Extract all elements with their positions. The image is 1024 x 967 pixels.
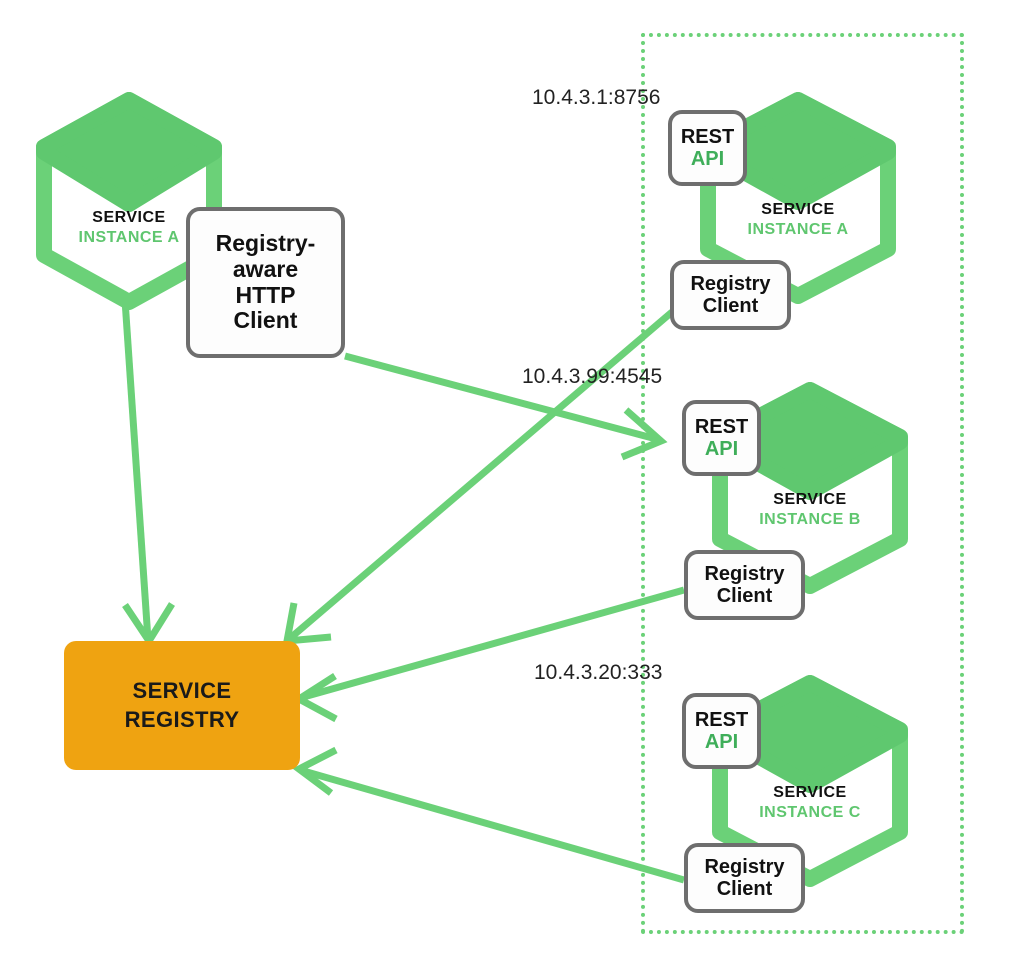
- rest-api-box-instance-c[interactable]: REST API: [682, 693, 761, 769]
- registry-client-box-instance-c[interactable]: Registry Client: [684, 843, 805, 913]
- arrow-registry-client-c-to-registry: [292, 746, 685, 884]
- rest-api-line-1: REST: [694, 415, 749, 438]
- arrow-registry-client-a-to-registry: [282, 309, 675, 645]
- registry-line-1: SERVICE: [132, 677, 232, 703]
- client-line-4: Client: [233, 307, 298, 334]
- rest-api-box-instance-b[interactable]: REST API: [682, 400, 761, 476]
- arrow-registry-client-b-to-registry: [292, 586, 685, 723]
- registry-client-line-1: Registry: [704, 855, 785, 878]
- registry-client-box-instance-b[interactable]: Registry Client: [684, 550, 805, 620]
- registry-client-line-2: Client: [716, 878, 773, 900]
- registry-client-line-1: Registry: [690, 272, 771, 295]
- registry-client-box-instance-a[interactable]: Registry Client: [670, 260, 791, 330]
- client-line-1: Registry-: [215, 230, 316, 256]
- registry-client-line-1: Registry: [704, 562, 785, 585]
- service-registry-box[interactable]: SERVICE REGISTRY: [64, 641, 300, 770]
- rest-api-line-1: REST: [680, 125, 735, 148]
- registry-client-line-2: Client: [716, 585, 773, 607]
- client-line-3: HTTP: [235, 281, 296, 308]
- address-label-instance-c: 10.4.3.20:333: [534, 661, 663, 684]
- address-label-instance-a: 10.4.3.1:8756: [532, 86, 661, 109]
- diagram-canvas: .wire { stroke:#6BD178; stroke-width:7; …: [0, 0, 1024, 967]
- rest-api-line-1: REST: [694, 708, 749, 731]
- rest-api-box-instance-a[interactable]: REST API: [668, 110, 747, 186]
- address-label-instance-b: 10.4.3.99:4545: [522, 365, 663, 388]
- client-line-2: aware: [232, 255, 299, 282]
- rest-api-line-2: API: [690, 148, 725, 170]
- registry-line-2: REGISTRY: [124, 706, 240, 732]
- registry-aware-http-client-box[interactable]: Registry- aware HTTP Client: [186, 207, 345, 358]
- rest-api-line-2: API: [704, 438, 739, 460]
- registry-client-line-2: Client: [702, 295, 759, 317]
- arrow-left-instance-to-registry: [121, 299, 175, 648]
- rest-api-line-2: API: [704, 731, 739, 753]
